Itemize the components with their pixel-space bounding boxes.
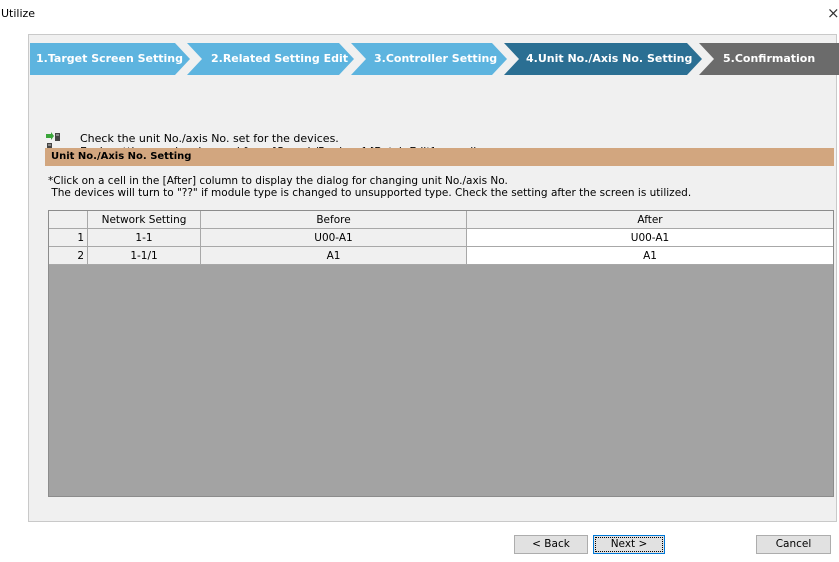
header-after: After [467, 211, 833, 229]
wizard-steps: 1.Target Screen Setting 2.Related Settin… [30, 43, 839, 75]
row-number: 2 [49, 247, 88, 265]
next-button-label: Next > [595, 537, 663, 552]
row-number: 1 [49, 229, 88, 247]
grid-header-row: Network Setting Before After [49, 211, 833, 229]
note-line-2: The devices will turn to "??" if module … [48, 187, 692, 199]
title-bar: Utilize × [0, 0, 839, 30]
note-line-1: *Click on a cell in the [After] column t… [48, 175, 508, 187]
network-setting-cell: 1-1/1 [88, 247, 201, 265]
after-cell[interactable]: U00-A1 [467, 229, 833, 247]
after-cell[interactable]: A1 [467, 247, 833, 265]
unit-axis-grid: Network Setting Before After 1 1-1 U00-A… [48, 210, 834, 497]
step-confirmation: 5.Confirmation [699, 43, 839, 75]
instruction-note: *Click on a cell in the [After] column t… [48, 175, 838, 199]
before-cell: U00-A1 [201, 229, 467, 247]
network-setting-cell: 1-1 [88, 229, 201, 247]
table-row: 2 1-1/1 A1 A1 [49, 247, 833, 265]
header-network-setting: Network Setting [88, 211, 201, 229]
header-row-number [49, 211, 88, 229]
before-cell: A1 [201, 247, 467, 265]
header-before: Before [201, 211, 467, 229]
step-unit-axis-setting: 4.Unit No./Axis No. Setting [504, 43, 702, 75]
cancel-button[interactable]: Cancel [756, 535, 831, 554]
table-row: 1 1-1 U00-A1 U00-A1 [49, 229, 833, 247]
next-button[interactable]: Next > [593, 535, 665, 554]
step-target-screen-setting: 1.Target Screen Setting [30, 43, 190, 75]
window-title: Utilize [1, 7, 36, 20]
info-line-1: Check the unit No./axis No. set for the … [80, 132, 339, 145]
close-icon[interactable]: × [827, 4, 839, 22]
back-button[interactable]: < Back [514, 535, 588, 554]
step-controller-setting: 3.Controller Setting [351, 43, 507, 75]
step-related-setting-edit: 2.Related Setting Edit [187, 43, 354, 75]
section-header: Unit No./Axis No. Setting [45, 148, 834, 166]
